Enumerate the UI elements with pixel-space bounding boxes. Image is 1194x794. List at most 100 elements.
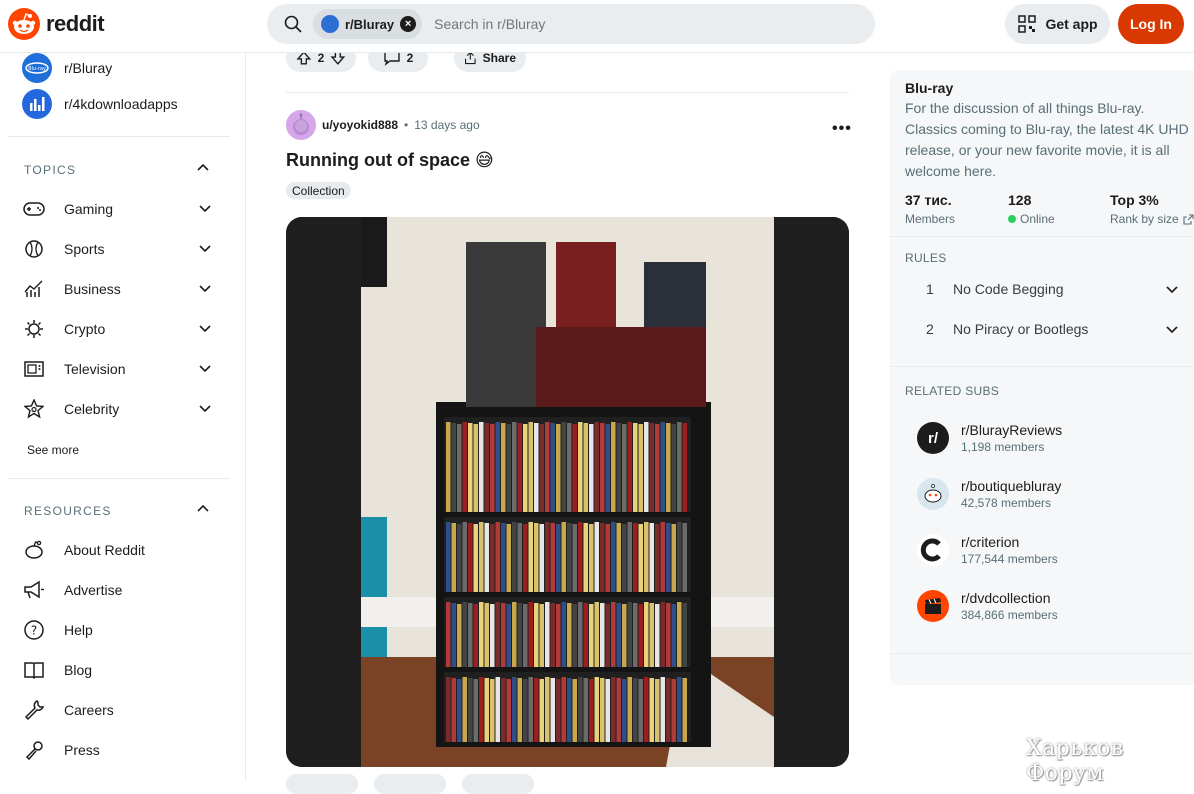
sub-members: 384,866 members xyxy=(961,608,1058,622)
related-sub-item[interactable]: r/ r/BlurayReviews 1,198 members xyxy=(917,422,1062,454)
get-app-button[interactable]: Get app xyxy=(1005,4,1110,44)
sidebar-item-celebrity[interactable]: Celebrity xyxy=(22,391,222,427)
stat-value: Top 3% xyxy=(1110,192,1159,208)
reddit-alien-icon xyxy=(22,538,46,562)
resources-heading: RESOURCES xyxy=(24,504,112,518)
bluray-avatar-icon xyxy=(321,15,339,33)
crypto-icon xyxy=(22,317,46,341)
sidebar-item-label: About Reddit xyxy=(64,542,145,558)
sidebar-community-4kdownloadapps[interactable]: r/4kdownloadapps xyxy=(22,89,178,119)
sub-members: 177,544 members xyxy=(961,552,1058,566)
rule-item[interactable]: 1 No Code Begging xyxy=(905,269,1185,309)
criterion-avatar-icon xyxy=(917,534,949,566)
panel-divider xyxy=(890,236,1194,237)
post-age: 13 days ago xyxy=(414,118,480,132)
get-app-label: Get app xyxy=(1045,16,1098,32)
more-options-icon[interactable]: ••• xyxy=(832,120,852,138)
vote-count: 2 xyxy=(317,51,325,65)
sidebar-item-gaming[interactable]: Gaming xyxy=(22,191,222,227)
sidebar-item-label: Television xyxy=(64,361,126,377)
user-avatar[interactable] xyxy=(286,110,316,140)
sidebar-item-advertise[interactable]: Advertise xyxy=(22,572,222,608)
comments-button[interactable] xyxy=(374,774,446,794)
community-info-panel: Blu-ray For the discussion of all things… xyxy=(890,70,1194,685)
chevron-down-icon xyxy=(198,401,212,418)
chevron-down-icon xyxy=(198,201,212,218)
sidebar-item-label: Help xyxy=(64,622,93,638)
sidebar-item-blog[interactable]: Blog xyxy=(22,652,222,688)
sidebar-item-careers[interactable]: Careers xyxy=(22,692,222,728)
search-bar[interactable]: r/Bluray × xyxy=(267,4,875,44)
gamepad-icon xyxy=(22,197,46,221)
forum-watermark: Харьков Форум xyxy=(1026,736,1124,786)
community-description: For the discussion of all things Blu-ray… xyxy=(905,100,1189,179)
vote-bar[interactable] xyxy=(286,774,358,794)
sidebar-item-label: Careers xyxy=(64,702,114,718)
related-sub-item[interactable]: r/dvdcollection 384,866 members xyxy=(917,590,1058,622)
sidebar-community-bluray[interactable]: Blu-ray r/Bluray xyxy=(22,53,112,83)
chevron-up-icon[interactable] xyxy=(196,502,210,521)
topics-heading: TOPICS xyxy=(24,163,77,177)
related-sub-item[interactable]: r/boutiquebluray 42,578 members xyxy=(917,478,1061,510)
chevron-down-icon xyxy=(198,241,212,258)
sub-name: r/criterion xyxy=(961,534,1020,550)
stat-label: Members xyxy=(905,212,956,226)
related-subs-heading: RELATED SUBS xyxy=(905,384,1000,398)
rule-item[interactable]: 2 No Piracy or Bootlegs xyxy=(905,309,1185,349)
chevron-down-icon xyxy=(198,361,212,378)
sidebar-item-press[interactable]: Press xyxy=(22,732,222,768)
sidebar-item-label: Celebrity xyxy=(64,401,120,417)
meta-separator: • xyxy=(404,118,409,132)
stat-label: Rank by size xyxy=(1110,212,1194,226)
chevron-down-icon xyxy=(1165,282,1179,299)
clapperboard-icon xyxy=(917,590,949,622)
post-author[interactable]: u/yoyokid888 xyxy=(322,118,398,132)
sidebar-divider xyxy=(8,478,230,479)
reddit-logo[interactable]: reddit xyxy=(8,8,105,40)
share-button[interactable] xyxy=(462,774,534,794)
bluray-community-icon: Blu-ray xyxy=(22,53,52,83)
community-filter-chip[interactable]: r/Bluray × xyxy=(313,9,423,39)
bar-chart-community-icon xyxy=(22,89,52,119)
sidebar-item-sports[interactable]: Sports xyxy=(22,231,222,267)
sidebar-divider xyxy=(8,136,230,137)
rule-text: No Code Begging xyxy=(953,281,1064,297)
sidebar-item-crypto[interactable]: Crypto xyxy=(22,311,222,347)
sidebar-item-help[interactable]: ? Help xyxy=(22,612,222,648)
rule-text: No Piracy or Bootlegs xyxy=(953,321,1089,337)
sub-members: 42,578 members xyxy=(961,496,1052,510)
chevron-up-icon[interactable] xyxy=(196,161,210,180)
tv-icon xyxy=(22,357,46,381)
brand-name: reddit xyxy=(46,11,105,36)
search-icon xyxy=(273,4,313,44)
remove-filter-icon[interactable]: × xyxy=(400,16,417,32)
post-image[interactable] xyxy=(286,217,849,767)
star-icon xyxy=(22,397,46,421)
see-more-link[interactable]: See more xyxy=(27,443,79,457)
rules-heading: RULES xyxy=(905,251,947,265)
sidebar-item-business[interactable]: Business xyxy=(22,271,222,307)
sidebar-item-about[interactable]: About Reddit xyxy=(22,532,222,568)
sidebar-item-television[interactable]: Television xyxy=(22,351,222,387)
stat-members: 37 тис. Members xyxy=(905,192,955,226)
sub-name: r/boutiquebluray xyxy=(961,478,1062,494)
chip-label: r/Bluray xyxy=(345,16,395,32)
wrench-icon xyxy=(22,698,46,722)
sidebar-item-label: Business xyxy=(64,281,121,297)
login-button[interactable]: Log In xyxy=(1118,4,1184,44)
stat-rank: Top 3% Rank by size xyxy=(1110,192,1194,226)
stat-value: 37 тис. xyxy=(905,192,952,208)
related-sub-item[interactable]: r/criterion 177,544 members xyxy=(917,534,1058,566)
post-flair[interactable]: Collection xyxy=(286,182,351,199)
external-link-icon[interactable] xyxy=(1183,213,1194,225)
sidebar-item-label: Gaming xyxy=(64,201,114,217)
boutiquebluray-avatar-icon xyxy=(917,478,949,510)
top-header: reddit r/Bluray × Get app Log In xyxy=(0,0,1194,53)
share-label: Share xyxy=(482,51,516,65)
community-name: r/Bluray xyxy=(64,60,113,76)
stat-label: Online xyxy=(1008,212,1055,226)
search-input[interactable] xyxy=(434,16,875,32)
online-dot-icon xyxy=(1008,215,1016,223)
post-title[interactable]: Running out of space 😅 xyxy=(286,150,494,171)
megaphone-icon xyxy=(22,578,46,602)
